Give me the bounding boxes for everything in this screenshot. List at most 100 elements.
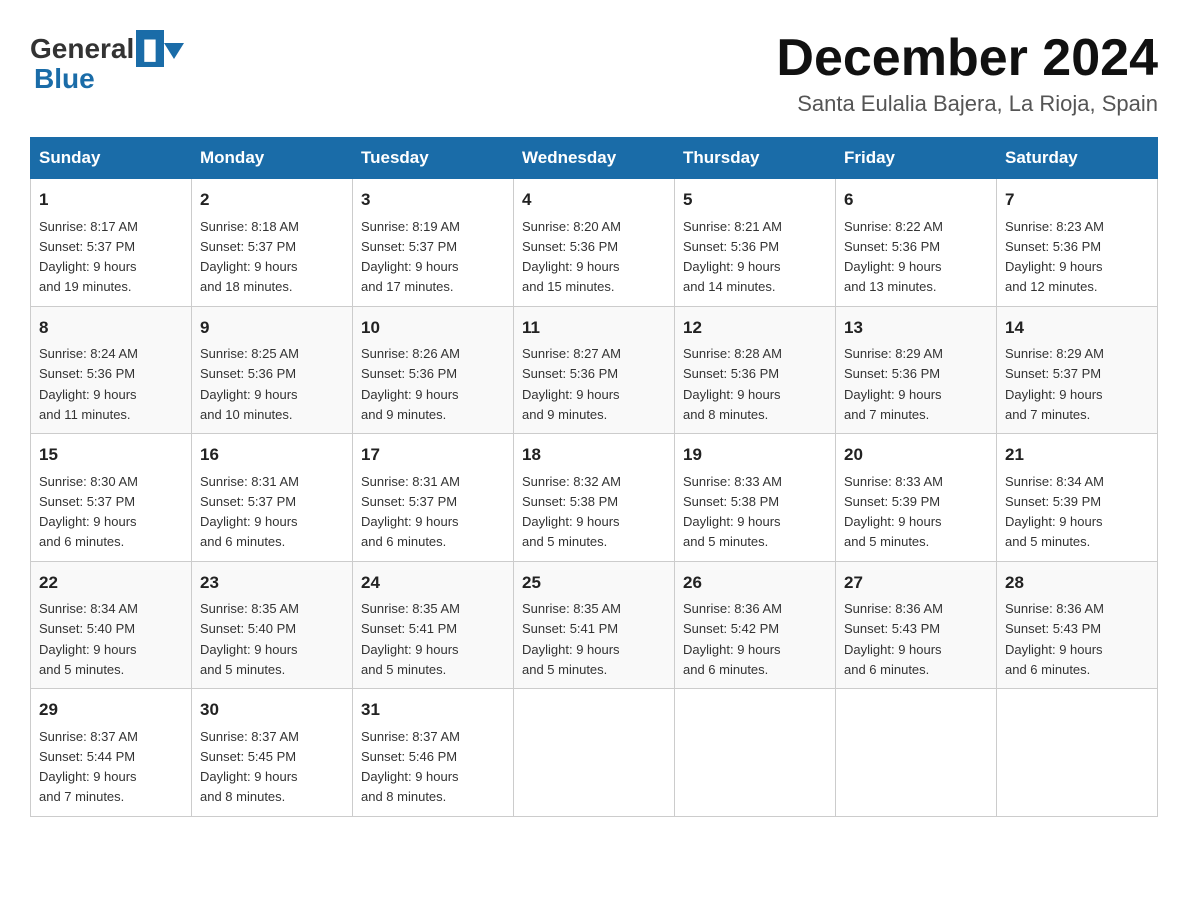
calendar-cell: 3 Sunrise: 8:19 AMSunset: 5:37 PMDayligh… — [353, 179, 514, 307]
calendar-cell: 2 Sunrise: 8:18 AMSunset: 5:37 PMDayligh… — [192, 179, 353, 307]
header-friday: Friday — [836, 138, 997, 179]
calendar-cell: 18 Sunrise: 8:32 AMSunset: 5:38 PMDaylig… — [514, 434, 675, 562]
day-number: 28 — [1005, 570, 1149, 596]
day-info: Sunrise: 8:29 AMSunset: 5:37 PMDaylight:… — [1005, 346, 1104, 422]
day-number: 5 — [683, 187, 827, 213]
location-subtitle: Santa Eulalia Bajera, La Rioja, Spain — [776, 91, 1158, 117]
calendar-cell — [836, 689, 997, 817]
calendar-week-row: 29 Sunrise: 8:37 AMSunset: 5:44 PMDaylig… — [31, 689, 1158, 817]
month-title: December 2024 — [776, 30, 1158, 87]
calendar-header-row: Sunday Monday Tuesday Wednesday Thursday… — [31, 138, 1158, 179]
day-number: 13 — [844, 315, 988, 341]
title-area: December 2024 Santa Eulalia Bajera, La R… — [776, 30, 1158, 117]
day-info: Sunrise: 8:35 AMSunset: 5:41 PMDaylight:… — [361, 601, 460, 677]
calendar-cell: 13 Sunrise: 8:29 AMSunset: 5:36 PMDaylig… — [836, 306, 997, 434]
logo: General ▮ Blue — [30, 30, 184, 95]
calendar-cell: 22 Sunrise: 8:34 AMSunset: 5:40 PMDaylig… — [31, 561, 192, 689]
day-info: Sunrise: 8:22 AMSunset: 5:36 PMDaylight:… — [844, 219, 943, 295]
calendar-week-row: 22 Sunrise: 8:34 AMSunset: 5:40 PMDaylig… — [31, 561, 1158, 689]
day-number: 17 — [361, 442, 505, 468]
calendar-cell: 23 Sunrise: 8:35 AMSunset: 5:40 PMDaylig… — [192, 561, 353, 689]
calendar-cell: 9 Sunrise: 8:25 AMSunset: 5:36 PMDayligh… — [192, 306, 353, 434]
calendar-cell: 15 Sunrise: 8:30 AMSunset: 5:37 PMDaylig… — [31, 434, 192, 562]
logo-general-text: General — [30, 33, 134, 65]
calendar-cell: 8 Sunrise: 8:24 AMSunset: 5:36 PMDayligh… — [31, 306, 192, 434]
day-number: 4 — [522, 187, 666, 213]
calendar-cell: 17 Sunrise: 8:31 AMSunset: 5:37 PMDaylig… — [353, 434, 514, 562]
calendar-cell — [675, 689, 836, 817]
day-info: Sunrise: 8:31 AMSunset: 5:37 PMDaylight:… — [200, 474, 299, 550]
logo-blue-word: Blue — [34, 63, 184, 95]
calendar-cell: 31 Sunrise: 8:37 AMSunset: 5:46 PMDaylig… — [353, 689, 514, 817]
day-info: Sunrise: 8:36 AMSunset: 5:43 PMDaylight:… — [844, 601, 943, 677]
day-number: 27 — [844, 570, 988, 596]
calendar-cell: 6 Sunrise: 8:22 AMSunset: 5:36 PMDayligh… — [836, 179, 997, 307]
day-number: 19 — [683, 442, 827, 468]
day-number: 2 — [200, 187, 344, 213]
day-number: 14 — [1005, 315, 1149, 341]
day-number: 24 — [361, 570, 505, 596]
day-number: 9 — [200, 315, 344, 341]
calendar-week-row: 8 Sunrise: 8:24 AMSunset: 5:36 PMDayligh… — [31, 306, 1158, 434]
calendar-cell: 16 Sunrise: 8:31 AMSunset: 5:37 PMDaylig… — [192, 434, 353, 562]
day-number: 7 — [1005, 187, 1149, 213]
day-info: Sunrise: 8:35 AMSunset: 5:40 PMDaylight:… — [200, 601, 299, 677]
calendar-cell: 20 Sunrise: 8:33 AMSunset: 5:39 PMDaylig… — [836, 434, 997, 562]
day-number: 26 — [683, 570, 827, 596]
day-info: Sunrise: 8:27 AMSunset: 5:36 PMDaylight:… — [522, 346, 621, 422]
day-number: 22 — [39, 570, 183, 596]
calendar-cell: 25 Sunrise: 8:35 AMSunset: 5:41 PMDaylig… — [514, 561, 675, 689]
page-header: General ▮ Blue December 2024 Santa Eulal… — [30, 30, 1158, 117]
day-number: 21 — [1005, 442, 1149, 468]
day-number: 6 — [844, 187, 988, 213]
calendar-cell: 24 Sunrise: 8:35 AMSunset: 5:41 PMDaylig… — [353, 561, 514, 689]
header-wednesday: Wednesday — [514, 138, 675, 179]
calendar-cell: 28 Sunrise: 8:36 AMSunset: 5:43 PMDaylig… — [997, 561, 1158, 689]
calendar-cell: 26 Sunrise: 8:36 AMSunset: 5:42 PMDaylig… — [675, 561, 836, 689]
header-thursday: Thursday — [675, 138, 836, 179]
calendar-cell: 19 Sunrise: 8:33 AMSunset: 5:38 PMDaylig… — [675, 434, 836, 562]
calendar-cell: 4 Sunrise: 8:20 AMSunset: 5:36 PMDayligh… — [514, 179, 675, 307]
day-info: Sunrise: 8:32 AMSunset: 5:38 PMDaylight:… — [522, 474, 621, 550]
day-number: 8 — [39, 315, 183, 341]
calendar-week-row: 1 Sunrise: 8:17 AMSunset: 5:37 PMDayligh… — [31, 179, 1158, 307]
calendar-cell: 10 Sunrise: 8:26 AMSunset: 5:36 PMDaylig… — [353, 306, 514, 434]
day-number: 20 — [844, 442, 988, 468]
calendar-cell: 30 Sunrise: 8:37 AMSunset: 5:45 PMDaylig… — [192, 689, 353, 817]
day-info: Sunrise: 8:34 AMSunset: 5:39 PMDaylight:… — [1005, 474, 1104, 550]
calendar-cell — [514, 689, 675, 817]
day-info: Sunrise: 8:34 AMSunset: 5:40 PMDaylight:… — [39, 601, 138, 677]
header-saturday: Saturday — [997, 138, 1158, 179]
day-info: Sunrise: 8:37 AMSunset: 5:45 PMDaylight:… — [200, 729, 299, 805]
day-number: 31 — [361, 697, 505, 723]
day-info: Sunrise: 8:37 AMSunset: 5:44 PMDaylight:… — [39, 729, 138, 805]
calendar-cell: 12 Sunrise: 8:28 AMSunset: 5:36 PMDaylig… — [675, 306, 836, 434]
day-number: 11 — [522, 315, 666, 341]
calendar-cell: 5 Sunrise: 8:21 AMSunset: 5:36 PMDayligh… — [675, 179, 836, 307]
calendar-week-row: 15 Sunrise: 8:30 AMSunset: 5:37 PMDaylig… — [31, 434, 1158, 562]
header-sunday: Sunday — [31, 138, 192, 179]
header-tuesday: Tuesday — [353, 138, 514, 179]
calendar-cell: 7 Sunrise: 8:23 AMSunset: 5:36 PMDayligh… — [997, 179, 1158, 307]
day-info: Sunrise: 8:26 AMSunset: 5:36 PMDaylight:… — [361, 346, 460, 422]
day-info: Sunrise: 8:20 AMSunset: 5:36 PMDaylight:… — [522, 219, 621, 295]
day-number: 23 — [200, 570, 344, 596]
day-number: 3 — [361, 187, 505, 213]
day-number: 25 — [522, 570, 666, 596]
day-info: Sunrise: 8:18 AMSunset: 5:37 PMDaylight:… — [200, 219, 299, 295]
day-number: 29 — [39, 697, 183, 723]
calendar-cell: 21 Sunrise: 8:34 AMSunset: 5:39 PMDaylig… — [997, 434, 1158, 562]
logo-triangle-icon — [164, 43, 184, 59]
header-monday: Monday — [192, 138, 353, 179]
calendar-cell: 1 Sunrise: 8:17 AMSunset: 5:37 PMDayligh… — [31, 179, 192, 307]
day-info: Sunrise: 8:21 AMSunset: 5:36 PMDaylight:… — [683, 219, 782, 295]
day-info: Sunrise: 8:17 AMSunset: 5:37 PMDaylight:… — [39, 219, 138, 295]
day-number: 12 — [683, 315, 827, 341]
calendar-cell — [997, 689, 1158, 817]
calendar-table: Sunday Monday Tuesday Wednesday Thursday… — [30, 137, 1158, 817]
day-info: Sunrise: 8:36 AMSunset: 5:42 PMDaylight:… — [683, 601, 782, 677]
day-number: 10 — [361, 315, 505, 341]
calendar-cell: 27 Sunrise: 8:36 AMSunset: 5:43 PMDaylig… — [836, 561, 997, 689]
day-info: Sunrise: 8:24 AMSunset: 5:36 PMDaylight:… — [39, 346, 138, 422]
day-info: Sunrise: 8:19 AMSunset: 5:37 PMDaylight:… — [361, 219, 460, 295]
